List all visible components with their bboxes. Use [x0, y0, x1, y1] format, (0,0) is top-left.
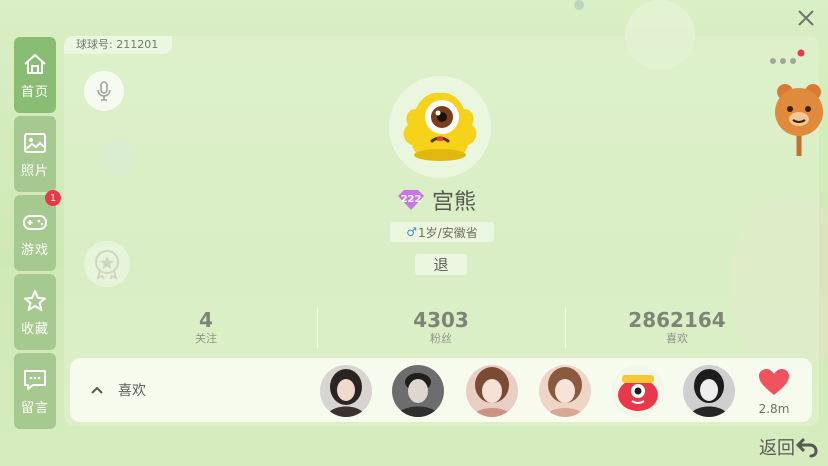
- profile-panel: 球球号: 211201 222 宫熊 ♂ 1岁/安徽省 退 4 关注 4303 …: [64, 36, 819, 426]
- name-row: 222 宫熊: [394, 184, 476, 216]
- stat-value: 2862164: [628, 308, 726, 332]
- sidebar-item-label: 首页: [20, 84, 49, 100]
- age-region-text: 1岁/安徽省: [418, 225, 478, 240]
- more-dots-icon: [770, 49, 805, 64]
- stats-row: 4 关注 4303 粉丝 2862164 喜欢: [64, 308, 819, 350]
- fan-avatar-2[interactable]: [392, 365, 444, 417]
- red-monster-avatar-icon: [612, 365, 664, 417]
- medal-button[interactable]: [84, 241, 130, 287]
- likes-label: 喜欢: [118, 383, 146, 399]
- more-button[interactable]: [770, 49, 806, 73]
- close-icon: [798, 10, 814, 26]
- sidebar-item-messages[interactable]: 留言: [14, 353, 56, 429]
- sidebar-item-games[interactable]: 游戏 1: [14, 190, 61, 271]
- like-count: 2.8m: [758, 402, 790, 416]
- heart-icon: [759, 369, 789, 395]
- stat-label: 粉丝: [430, 332, 452, 345]
- fan-avatar-6[interactable]: [683, 365, 735, 417]
- divider: [565, 308, 566, 348]
- person-photo-icon: [683, 365, 735, 417]
- sidebar-item-label: 收藏: [20, 321, 49, 337]
- voice-button[interactable]: [84, 71, 124, 111]
- gamepad-icon: [23, 214, 47, 230]
- stat-value: 4303: [413, 308, 469, 332]
- sidebar-item-photos[interactable]: 照片: [14, 116, 56, 192]
- stat-label: 关注: [195, 332, 217, 345]
- fan-avatar-3[interactable]: [466, 365, 518, 417]
- like-button[interactable]: 2.8m: [758, 368, 790, 416]
- age-region-chip: ♂ 1岁/安徽省: [390, 222, 494, 242]
- microphone-icon: [97, 81, 111, 101]
- sidebar-item-label: 照片: [20, 163, 49, 179]
- stat-likes[interactable]: 2862164 喜欢: [597, 308, 757, 346]
- sidebar-item-label: 留言: [20, 400, 49, 416]
- sidebar-item-favorites[interactable]: 收藏: [14, 274, 56, 350]
- stat-label: 喜欢: [666, 332, 688, 345]
- exit-button[interactable]: 退: [415, 254, 467, 275]
- message-icon: [24, 369, 46, 390]
- level-diamond-icon: 222: [398, 190, 424, 210]
- likes-bar: 喜欢 2.8m: [70, 358, 812, 422]
- sidebar-item-home[interactable]: 首页: [14, 37, 56, 113]
- male-icon: ♂: [406, 225, 418, 239]
- player-id-label: 球球号: 211201: [64, 36, 173, 54]
- chevron-up-icon: [91, 386, 103, 394]
- likes-toggle[interactable]: 喜欢: [90, 380, 146, 400]
- back-arrow-icon: [796, 437, 818, 458]
- person-photo-icon: [539, 365, 591, 417]
- sidebar-item-label: 游戏: [20, 242, 49, 258]
- bear-mascot-icon: [773, 82, 828, 162]
- stat-value: 4: [199, 308, 213, 332]
- back-button[interactable]: 返回: [759, 434, 819, 460]
- monster-avatar-icon: [403, 92, 477, 161]
- stat-fans[interactable]: 4303 粉丝: [361, 308, 521, 346]
- back-label: 返回: [759, 438, 795, 459]
- fan-avatar-4[interactable]: [539, 365, 591, 417]
- close-button[interactable]: [797, 9, 815, 31]
- fan-avatar-5[interactable]: [612, 365, 664, 417]
- home-icon: [24, 53, 46, 74]
- fan-avatar-1[interactable]: [320, 365, 372, 417]
- person-photo-icon: [320, 365, 372, 417]
- notification-badge: 1: [45, 190, 61, 206]
- medal-icon: [95, 250, 119, 280]
- stat-following[interactable]: 4 关注: [126, 308, 286, 346]
- person-photo-icon: [392, 365, 444, 417]
- photo-icon: [24, 132, 46, 153]
- svg-text:222: 222: [401, 194, 422, 205]
- divider: [317, 308, 318, 348]
- star-icon: [24, 289, 46, 311]
- profile-avatar[interactable]: [389, 76, 491, 178]
- person-photo-icon: [466, 365, 518, 417]
- nickname: 宫熊: [432, 190, 477, 215]
